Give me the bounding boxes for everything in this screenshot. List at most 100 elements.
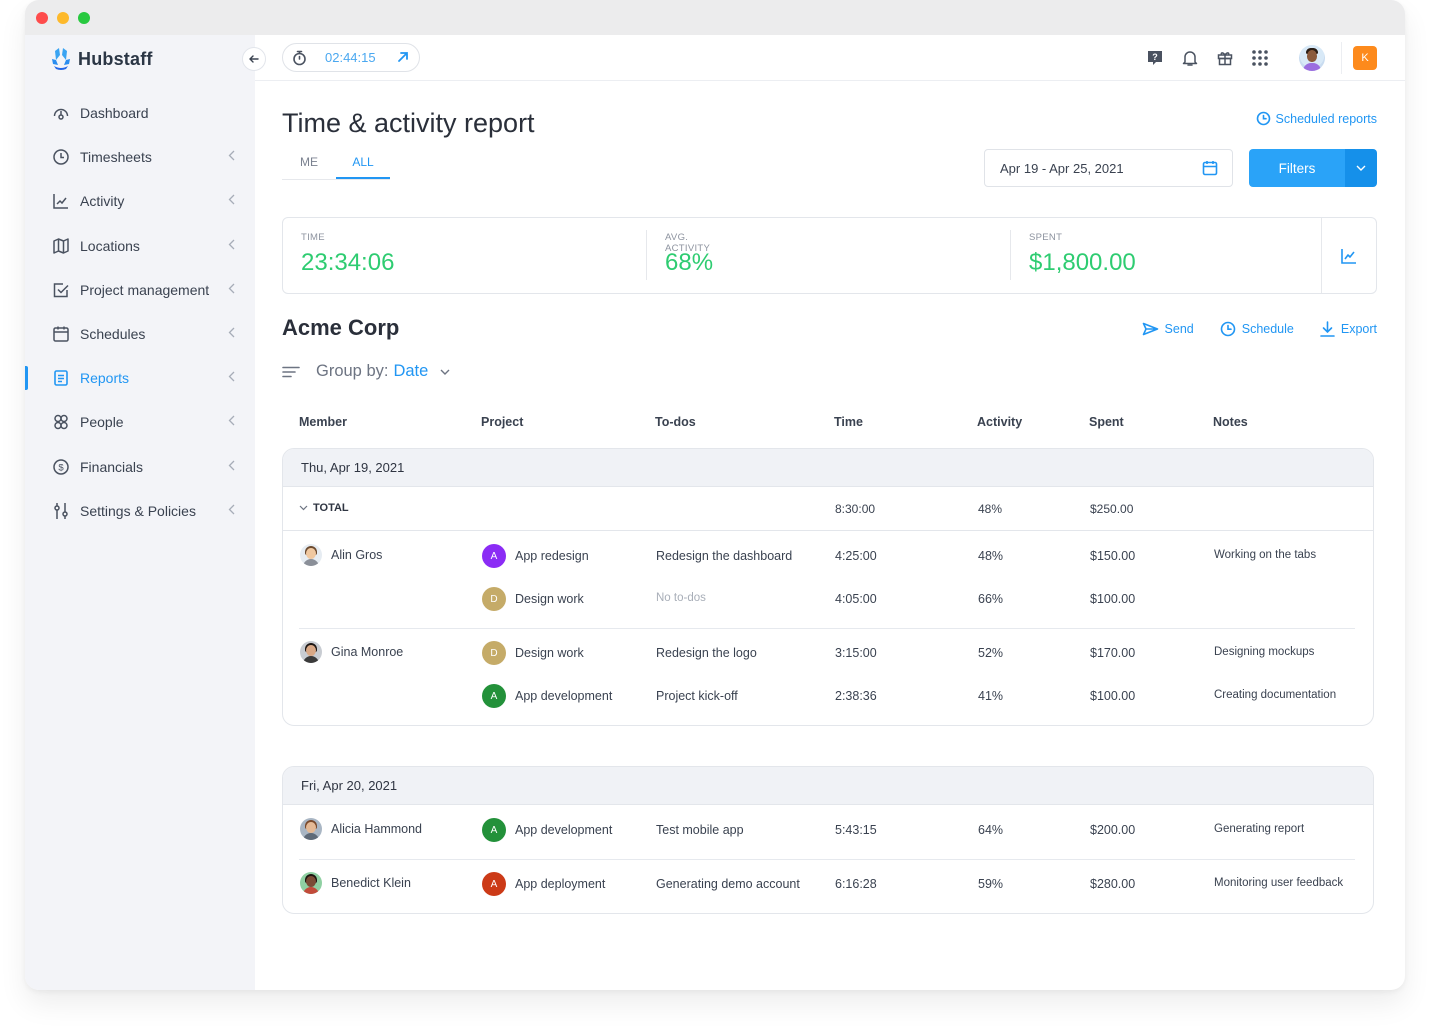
export-button[interactable]: Export [1320,321,1377,337]
total-toggle[interactable]: TOTAL [299,502,349,514]
sidebar-item-project-management[interactable]: Project management [25,268,255,312]
project-cell[interactable]: A App development [482,684,612,708]
column-header-member[interactable]: Member [299,415,347,429]
chevron-left-icon[interactable] [228,327,235,341]
todo-cell[interactable]: Test mobile app [656,823,744,837]
report-icon [52,369,70,387]
todo-cell[interactable]: Project kick-off [656,689,738,703]
filters-button[interactable]: Filters [1249,149,1345,187]
project-cell[interactable]: A App deployment [482,872,605,896]
chevron-left-icon[interactable] [228,283,235,297]
todo-cell[interactable]: Redesign the logo [656,646,757,660]
time-cell: 4:25:00 [835,549,877,563]
activity-chart-icon [52,192,70,210]
collapse-sidebar-button[interactable] [242,47,266,71]
tab-me[interactable]: ME [282,151,336,179]
column-header-todos[interactable]: To-dos [655,415,696,429]
window-minimize-button[interactable] [57,12,69,24]
project-badge: A [482,872,506,896]
window-close-button[interactable] [36,12,48,24]
table-row[interactable]: Alicia Hammond A App development Test mo… [283,810,1373,853]
column-header-notes[interactable]: Notes [1213,415,1248,429]
window-maximize-button[interactable] [78,12,90,24]
member-cell[interactable]: Gina Monroe [300,641,403,663]
project-badge: D [482,641,506,665]
column-header-activity[interactable]: Activity [977,415,1022,429]
view-chart-button[interactable] [1321,218,1376,293]
time-cell: 5:43:15 [835,823,877,837]
todo-cell[interactable]: Generating demo account [656,877,800,891]
member-cell[interactable]: Alicia Hammond [300,818,422,840]
table-row[interactable]: Alin Gros A App redesign Redesign the da… [283,536,1373,579]
spent-cell: $100.00 [1090,689,1136,703]
sidebar-item-label: Settings & Policies [80,502,196,519]
chevron-left-icon[interactable] [228,194,235,208]
sidebar-item-reports[interactable]: Reports [25,356,255,400]
member-cell[interactable]: Alin Gros [300,544,382,566]
apps-grid-icon[interactable] [1250,48,1270,68]
date-range-picker[interactable]: Apr 19 - Apr 25, 2021 [984,149,1233,187]
help-icon[interactable]: ? [1145,48,1165,68]
schedule-button[interactable]: Schedule [1220,321,1294,337]
filters-button-group: Filters [1249,149,1377,187]
schedule-label: Schedule [1241,322,1294,336]
project-cell[interactable]: A App development [482,818,612,842]
chevron-left-icon[interactable] [228,460,235,474]
sidebar-item-settings-policies[interactable]: Settings & Policies [25,489,255,533]
member-avatar [300,872,322,894]
chevron-left-icon[interactable] [228,371,235,385]
window-titlebar [25,0,1405,35]
member-cell[interactable]: Benedict Klein [300,872,411,894]
sidebar-item-locations[interactable]: Locations [25,224,255,268]
project-badge: D [482,587,506,611]
open-timer-icon[interactable] [396,50,410,64]
project-cell[interactable]: D Design work [482,587,584,611]
bell-icon[interactable] [1180,48,1200,68]
scheduled-reports-link[interactable]: Scheduled reports [1256,111,1377,126]
group-by-label: Group by: [316,362,389,380]
table-row[interactable]: A App development Project kick-off 2:38:… [283,676,1373,719]
member-avatar [300,544,322,566]
activity-cell: 41% [978,689,1004,703]
organization-badge[interactable]: K [1353,46,1377,70]
send-button[interactable]: Send [1142,321,1194,337]
project-cell[interactable]: A App redesign [482,544,589,568]
svg-text:$: $ [58,462,64,473]
topbar-divider [1341,42,1342,74]
group-by-selector[interactable]: Group by: Date [282,362,450,381]
sidebar-item-dashboard[interactable]: Dashboard [25,91,255,135]
tab-all[interactable]: ALL [336,151,390,179]
date-group: Fri, Apr 20, 2021 Alicia Hammond A App d… [282,766,1374,914]
chevron-left-icon[interactable] [228,239,235,253]
sidebar-item-people[interactable]: People [25,400,255,444]
sidebar-item-schedules[interactable]: Schedules [25,312,255,356]
chevron-left-icon[interactable] [228,150,235,164]
column-header-project[interactable]: Project [481,415,523,429]
user-avatar[interactable] [1299,45,1325,71]
chevron-down-icon [299,505,308,511]
date-group-header: Thu, Apr 19, 2021 [283,449,1373,487]
topbar-actions: ? K [1145,35,1405,81]
main-content: Time & activity report Scheduled reports… [255,81,1405,990]
timer-widget[interactable]: 02:44:15 [282,43,420,72]
chevron-left-icon[interactable] [228,415,235,429]
sidebar-item-financials[interactable]: $ Financials [25,445,255,489]
table-row[interactable]: Benedict Klein A App deployment Generati… [283,864,1373,907]
sidebar-item-activity[interactable]: Activity [25,179,255,223]
member-name: Alicia Hammond [331,822,423,836]
time-cell: 4:05:00 [835,592,877,606]
sidebar-nav: Dashboard Timesheets Activity Locations Proj… [25,91,255,533]
column-header-spent[interactable]: Spent [1089,415,1124,429]
table-row[interactable]: D Design work No to-dos 4:05:00 66% $100… [283,579,1373,622]
filters-dropdown-button[interactable] [1345,149,1377,187]
sidebar-item-timesheets[interactable]: Timesheets [25,135,255,179]
spent-cell: $100.00 [1090,592,1136,606]
summary-time-label: TIME [301,232,325,243]
gift-icon[interactable] [1215,48,1235,68]
chevron-left-icon[interactable] [228,504,235,518]
brand-logo[interactable]: Hubstaff [50,47,153,71]
table-row[interactable]: Gina Monroe D Design work Redesign the l… [283,633,1373,676]
todo-cell[interactable]: Redesign the dashboard [656,549,792,563]
column-header-time[interactable]: Time [834,415,863,429]
project-cell[interactable]: D Design work [482,641,584,665]
